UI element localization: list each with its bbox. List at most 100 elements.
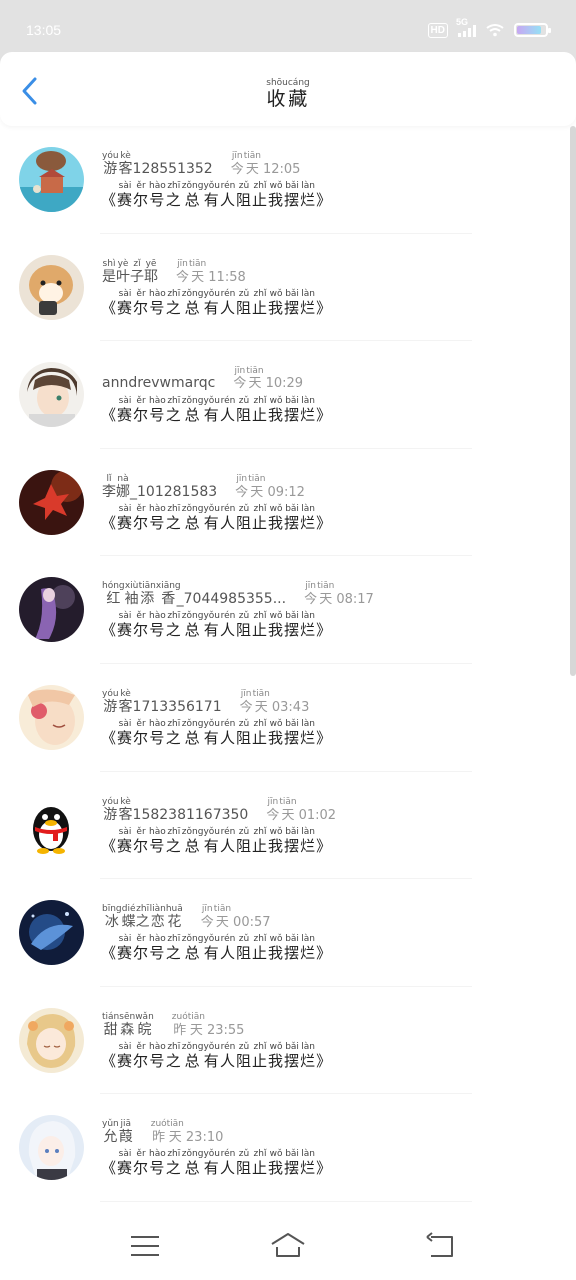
- message-char: 有yǒu: [203, 288, 220, 317]
- message-char: 尔ěr: [133, 934, 150, 963]
- message-preview: 《赛sài尔ěr号hào之zhī总zǒng有yǒu人rén阻zǔ止zhǐ我wǒ摆…: [101, 719, 332, 748]
- message-char: 之zhī: [165, 611, 182, 640]
- message-char: 烂làn: [300, 503, 317, 532]
- name-char: 游yóu: [102, 151, 119, 177]
- timestamp: 今jīn天tiān 01:02: [266, 796, 337, 823]
- name-char: 恋liàn: [149, 904, 166, 931]
- message-char: 赛sài: [117, 611, 134, 640]
- open-quote: 《: [101, 513, 118, 532]
- message-char: 止zhǐ: [252, 288, 269, 317]
- avatar[interactable]: [19, 1115, 84, 1181]
- item-header: 红hóng袖xiù添tiān香xiāng_7044985355... 今jīn天t…: [102, 581, 374, 608]
- list-item[interactable]: 允yǔn葭jiā 昨zuó天tiān 23:10 《赛sài尔ěr号hào之zhī总…: [0, 1094, 570, 1202]
- home-icon[interactable]: [270, 1230, 306, 1262]
- message-char: 摆bǎi: [284, 934, 301, 963]
- scrollbar[interactable]: [570, 126, 576, 676]
- message-char: 止zhǐ: [252, 181, 269, 209]
- message-char: 总zǒng: [181, 396, 204, 425]
- avatar[interactable]: [19, 147, 84, 212]
- message-char: 摆bǎi: [284, 718, 301, 747]
- message-char: 总zǒng: [181, 826, 204, 855]
- message-char: 阻zǔ: [236, 611, 253, 640]
- user-name: 红hóng袖xiù添tiān香xiāng_7044985355...: [102, 581, 286, 608]
- message-preview: 《赛sài尔ěr号hào之zhī总zǒng有yǒu人rén阻zǔ止zhǐ我wǒ摆…: [101, 289, 332, 318]
- message-char: 我wǒ: [268, 611, 285, 640]
- name-char: 香xiāng: [155, 581, 181, 608]
- message-char: 烂làn: [300, 718, 317, 747]
- name-char: 之zhī: [135, 904, 150, 931]
- message-char: 烂làn: [300, 611, 317, 640]
- list-item[interactable]: 冰bīng蝶dié之zhī恋liàn花huā今jīn天tiān 00:57 《赛s…: [0, 879, 570, 987]
- menu-icon[interactable]: [127, 1230, 163, 1262]
- open-quote: 《: [101, 406, 118, 425]
- message-char: 阻zǔ: [236, 396, 253, 425]
- name-char: 袖xiù: [124, 581, 139, 608]
- close-quote: 》: [316, 406, 333, 425]
- message-char: 摆bǎi: [284, 611, 301, 640]
- avatar[interactable]: [19, 792, 84, 858]
- message-char: 之zhī: [165, 181, 182, 209]
- system-nav-bar: [0, 1210, 576, 1280]
- name-char: 添tiān: [138, 581, 156, 608]
- name-char: 皖wǎn: [135, 1011, 154, 1038]
- list-item[interactable]: 李lǐ娜nà_101281583 今jīn天tiān 09:12 《赛sài尔ěr号…: [0, 449, 570, 557]
- timestamp: 今jīn天tiān 10:29: [233, 366, 303, 391]
- list-item[interactable]: 是shì叶yè子zǐ耶yē 今jīn天tiān 11:58 《赛sài尔ěr号hào…: [0, 234, 570, 342]
- back-icon[interactable]: [422, 1230, 458, 1262]
- message-char: 人rén: [219, 503, 236, 532]
- message-char: 止zhǐ: [252, 718, 269, 747]
- time-prefix-char: 今jīn: [200, 904, 214, 931]
- message-char: 号hào: [149, 503, 166, 532]
- message-char: 有yǒu: [203, 718, 220, 747]
- avatar[interactable]: [19, 900, 84, 966]
- message-char: 人rén: [219, 1149, 236, 1178]
- list-item[interactable]: 甜tián森sēn皖wǎn 昨zuó天tiān 23:55 《赛sài尔ěr号hào…: [0, 987, 570, 1095]
- avatar[interactable]: [19, 254, 84, 320]
- message-char: 烂làn: [300, 288, 317, 317]
- open-quote: 《: [101, 836, 118, 855]
- avatar[interactable]: [19, 362, 84, 428]
- message-char: 摆bǎi: [284, 396, 301, 425]
- title-char: 收shōu: [266, 78, 288, 110]
- message-char: 烂làn: [300, 181, 317, 209]
- page-title: 收shōu藏cáng: [0, 78, 576, 111]
- message-char: 人rén: [219, 826, 236, 855]
- close-quote: 》: [316, 1051, 333, 1070]
- user-name-suffix: 1713356171: [132, 698, 222, 715]
- avatar[interactable]: [19, 1007, 84, 1073]
- time-prefix-char: 今jīn: [266, 796, 280, 823]
- message-char: 号hào: [149, 611, 166, 640]
- message-preview: 《赛sài尔ěr号hào之zhī总zǒng有yǒu人rén阻zǔ止zhǐ我wǒ摆…: [101, 827, 332, 856]
- time-value: 01:02: [294, 807, 337, 823]
- avatar[interactable]: [19, 577, 84, 643]
- message-char: 烂làn: [300, 934, 317, 963]
- close-quote: 》: [316, 621, 333, 640]
- list-item[interactable]: 游yóu客kè128551352 今jīn天tiān 12:05 《赛sài尔ěr号…: [0, 126, 570, 234]
- avatar[interactable]: [19, 684, 84, 750]
- message-char: 我wǒ: [268, 181, 285, 209]
- avatar[interactable]: [19, 469, 84, 535]
- message-char: 号hào: [149, 934, 166, 963]
- timestamp: 昨zuó天tiān 23:10: [151, 1119, 224, 1145]
- message-char: 总zǒng: [181, 934, 204, 963]
- list-item[interactable]: anndrevwmarqc 今jīn天tiān 10:29 《赛sài尔ěr号hào…: [0, 341, 570, 449]
- message-char: 有yǒu: [203, 826, 220, 855]
- message-char: 烂làn: [300, 396, 317, 425]
- list-item[interactable]: 游yóu客kè1713356171 今jīn天tiān 03:43 《赛sài尔ěr…: [0, 664, 570, 772]
- user-name-suffix: _101281583: [130, 483, 218, 500]
- name-char: 客kè: [118, 688, 133, 715]
- message-char: 号hào: [149, 396, 166, 425]
- message-char: 有yǒu: [203, 503, 220, 532]
- list-item[interactable]: 游yóu客kè1582381167350 今jīn天tiān 01:02 《赛sài…: [0, 772, 570, 880]
- message-char: 有yǒu: [203, 396, 220, 425]
- time-value: 09:12: [263, 484, 305, 500]
- message-char: 总zǒng: [181, 611, 204, 640]
- message-char: 尔ěr: [133, 1149, 150, 1178]
- message-char: 人rén: [219, 181, 236, 209]
- user-name-suffix: anndrevwmarqc: [102, 375, 216, 392]
- message-char: 之zhī: [165, 396, 182, 425]
- message-char: 摆bǎi: [284, 503, 301, 532]
- list-item[interactable]: 红hóng袖xiù添tiān香xiāng_7044985355... 今jīn天t…: [0, 556, 570, 664]
- message-char: 阻zǔ: [236, 934, 253, 963]
- message-preview: 《赛sài尔ěr号hào之zhī总zǒng有yǒu人rén阻zǔ止zhǐ我wǒ摆…: [101, 1042, 332, 1071]
